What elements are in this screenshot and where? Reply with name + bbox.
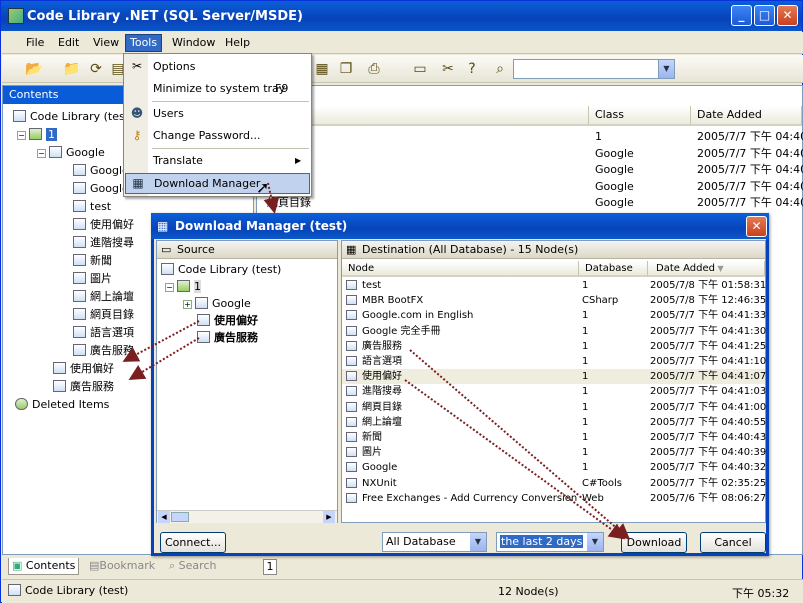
drag-arrows (122, 182, 631, 540)
arrow (263, 182, 280, 214)
arrow (404, 379, 626, 540)
arrow (122, 320, 200, 362)
arrow (409, 349, 631, 540)
arrow (128, 337, 200, 381)
